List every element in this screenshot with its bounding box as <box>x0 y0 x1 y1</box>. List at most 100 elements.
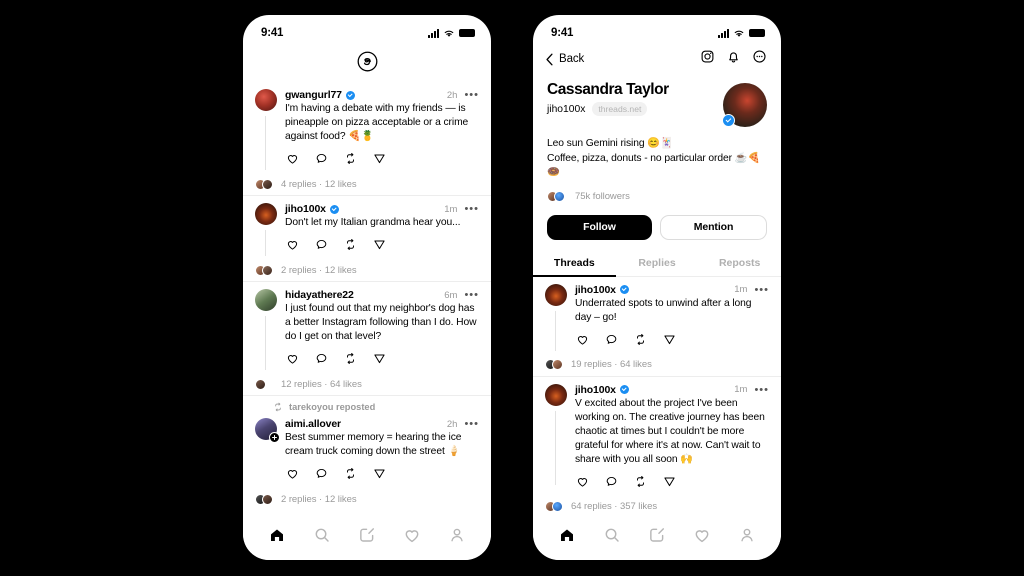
like-icon[interactable] <box>576 475 589 493</box>
repost-icon[interactable] <box>344 467 357 485</box>
more-horizontal-icon[interactable]: ••• <box>464 290 479 301</box>
nav-search[interactable] <box>603 526 621 544</box>
reply-facepile <box>545 500 565 513</box>
post-username[interactable]: gwangurl77 <box>285 89 342 101</box>
post-timestamp: 1m <box>734 384 748 395</box>
repost-icon[interactable] <box>344 152 357 170</box>
post-text: V excited about the project I've been wo… <box>575 397 765 465</box>
back-button[interactable]: Back <box>545 53 584 66</box>
reply-icon[interactable] <box>315 467 328 485</box>
share-icon[interactable] <box>373 238 386 256</box>
post-meta[interactable]: 2 replies · 12 likes <box>255 492 479 506</box>
more-horizontal-icon[interactable]: ••• <box>754 284 769 295</box>
post-username[interactable]: jiho100x <box>575 284 616 296</box>
nav-search[interactable] <box>313 526 331 544</box>
avatar[interactable] <box>545 283 567 306</box>
share-icon[interactable] <box>373 152 386 170</box>
mention-button[interactable]: Mention <box>660 214 767 240</box>
avatar[interactable] <box>255 203 277 225</box>
nav-compose[interactable] <box>358 526 376 544</box>
like-icon[interactable] <box>286 352 299 370</box>
reply-icon[interactable] <box>605 333 618 351</box>
share-icon[interactable] <box>663 333 676 351</box>
add-account-icon[interactable] <box>269 432 280 443</box>
post-meta[interactable]: 19 replies · 64 likes <box>545 358 769 372</box>
compose-icon <box>650 528 664 542</box>
post-meta[interactable]: 4 replies · 12 likes <box>255 177 479 191</box>
nav-profile[interactable] <box>448 526 466 544</box>
signal-bars-icon <box>718 28 729 38</box>
profile-action-buttons: Follow Mention <box>533 203 781 240</box>
reply-facepile <box>545 358 565 371</box>
profile-bio-line-2: Coffee, pizza, donuts - no particular or… <box>547 152 761 179</box>
profile-post[interactable]: jiho100x 1m ••• V excited about the proj… <box>533 377 781 518</box>
reply-icon[interactable] <box>315 152 328 170</box>
post-meta-text: 12 replies · 64 likes <box>281 378 362 390</box>
more-horizontal-icon[interactable]: ••• <box>464 204 479 215</box>
phone-profile: 9:41 Back Cassandra Taylor jiho100x thre… <box>533 15 781 560</box>
feed-post[interactable]: gwangurl77 2h ••• I'm having a debate wi… <box>243 82 491 196</box>
reply-icon[interactable] <box>315 352 328 370</box>
thread-connector <box>265 116 267 170</box>
feed-post[interactable]: tarekoyou reposted aimi.allover 2h ••• B… <box>243 396 491 510</box>
tab-replies[interactable]: Replies <box>616 252 699 276</box>
follow-button[interactable]: Follow <box>547 214 652 240</box>
post-meta[interactable]: 12 replies · 64 likes <box>255 377 479 391</box>
like-icon[interactable] <box>286 152 299 170</box>
compose-icon <box>360 528 374 542</box>
reply-icon[interactable] <box>315 238 328 256</box>
post-username[interactable]: jiho100x <box>285 203 326 215</box>
nav-profile[interactable] <box>738 526 756 544</box>
share-icon[interactable] <box>663 475 676 493</box>
feed-list[interactable]: gwangurl77 2h ••• I'm having a debate wi… <box>243 82 491 510</box>
nav-home[interactable] <box>268 526 286 544</box>
like-icon[interactable] <box>576 333 589 351</box>
tab-reposts[interactable]: Reposts <box>698 252 781 276</box>
avatar[interactable] <box>255 289 277 311</box>
verified-badge-icon <box>722 114 735 127</box>
avatar[interactable] <box>255 89 277 111</box>
repost-icon[interactable] <box>344 352 357 370</box>
post-username[interactable]: jiho100x <box>575 384 616 396</box>
post-meta[interactable]: 2 replies · 12 likes <box>255 263 479 277</box>
share-icon[interactable] <box>373 352 386 370</box>
post-meta[interactable]: 64 replies · 357 likes <box>545 500 769 514</box>
profile-post-list[interactable]: jiho100x 1m ••• Underrated spots to unwi… <box>533 277 781 518</box>
share-icon[interactable] <box>373 467 386 485</box>
tab-threads[interactable]: Threads <box>533 252 616 277</box>
profile-domain-chip[interactable]: threads.net <box>592 102 648 116</box>
reply-icon[interactable] <box>605 475 618 493</box>
repost-icon[interactable] <box>344 238 357 256</box>
more-horizontal-icon[interactable]: ••• <box>754 384 769 395</box>
avatar[interactable] <box>545 383 567 406</box>
avatar[interactable] <box>255 418 280 443</box>
profile-handle: jiho100x <box>547 103 586 115</box>
reply-facepile <box>255 178 275 191</box>
profile-post[interactable]: jiho100x 1m ••• Underrated spots to unwi… <box>533 277 781 377</box>
nav-compose[interactable] <box>648 526 666 544</box>
instagram-icon[interactable] <box>700 49 715 69</box>
post-timestamp: 2h <box>446 89 458 101</box>
post-username[interactable]: hidayathere22 <box>285 289 354 301</box>
post-username[interactable]: aimi.allover <box>285 418 341 430</box>
nav-home[interactable] <box>558 526 576 544</box>
more-horizontal-icon[interactable]: ••• <box>464 419 479 430</box>
more-horizontal-icon[interactable]: ••• <box>464 90 479 101</box>
repost-icon[interactable] <box>634 333 647 351</box>
more-circle-icon[interactable] <box>752 49 767 69</box>
reply-facepile <box>255 264 275 277</box>
threads-logo[interactable] <box>243 45 491 82</box>
like-icon[interactable] <box>286 467 299 485</box>
profile-followers[interactable]: 75k followers <box>533 181 781 203</box>
bell-icon[interactable] <box>726 49 741 69</box>
feed-post[interactable]: jiho100x 1m ••• Don't let my Italian gra… <box>243 196 491 282</box>
like-icon[interactable] <box>286 238 299 256</box>
feed-post[interactable]: hidayathere22 6m ••• I just found out th… <box>243 282 491 396</box>
repost-icon[interactable] <box>634 475 647 493</box>
post-actions <box>285 352 479 370</box>
nav-activity[interactable] <box>693 526 711 544</box>
post-timestamp: 6m <box>444 289 458 301</box>
nav-activity[interactable] <box>403 526 421 544</box>
profile-avatar[interactable] <box>722 83 767 127</box>
verified-badge-icon <box>329 204 339 214</box>
